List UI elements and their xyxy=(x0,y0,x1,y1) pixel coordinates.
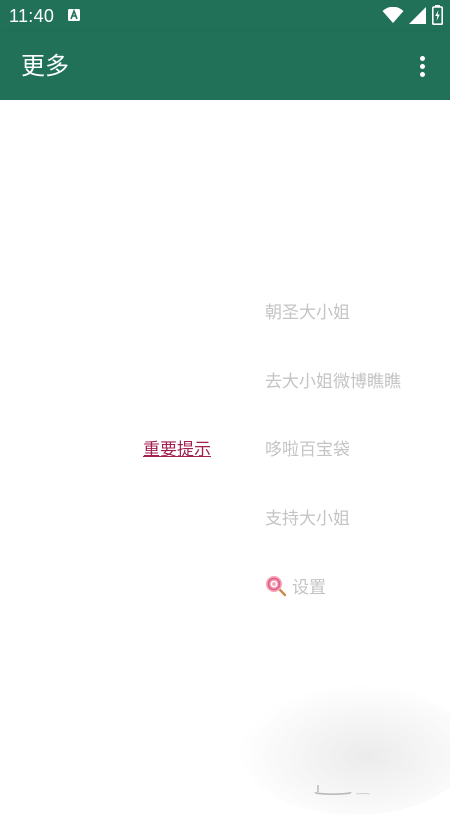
menu-item-settings[interactable]: 设置 xyxy=(265,576,326,599)
status-bar: 11:40 xyxy=(0,0,450,32)
important-notice-link[interactable]: 重要提示 xyxy=(143,439,211,461)
boat-illustration xyxy=(314,785,371,795)
menu-item-support[interactable]: 支持大小姐 xyxy=(265,508,350,530)
wifi-icon xyxy=(382,7,404,23)
page-title: 更多 xyxy=(21,52,69,80)
menu-item-pilgrimage[interactable]: 朝圣大小姐 xyxy=(265,302,350,324)
more-options-button[interactable] xyxy=(408,48,438,84)
app-bar: 更多 xyxy=(0,32,450,100)
menu-item-weibo[interactable]: 去大小姐微博瞧瞧 xyxy=(265,371,401,393)
lollipop-icon xyxy=(266,576,287,597)
menu-item-treasure-bag[interactable]: 哆啦百宝袋 xyxy=(265,439,350,461)
menu-item-settings-label: 设置 xyxy=(292,578,326,598)
status-time: 11:40 xyxy=(9,6,55,26)
cell-signal-icon xyxy=(409,7,426,24)
content-area: 重要提示 朝圣大小姐 去大小姐微博瞧瞧 哆啦百宝袋 支持大小姐 设置 xyxy=(0,100,450,815)
battery-charging-icon xyxy=(432,5,443,25)
a-badge-icon xyxy=(68,9,80,21)
